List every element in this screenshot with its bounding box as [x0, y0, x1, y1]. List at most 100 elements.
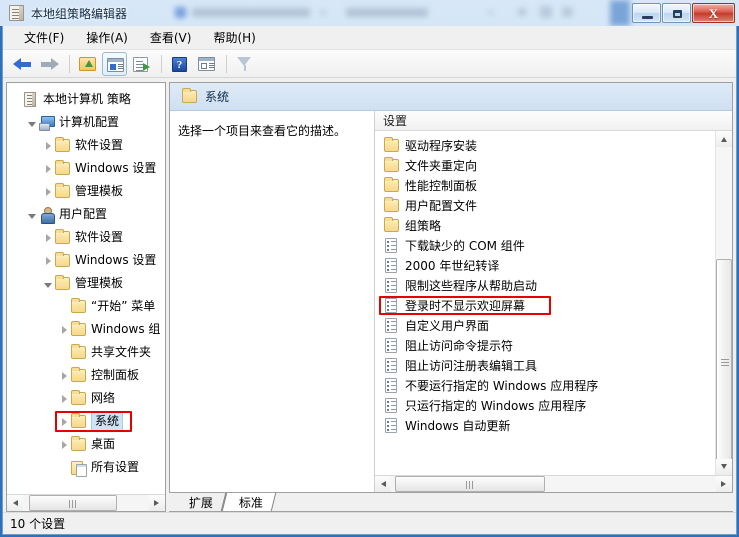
tree-item-windows-settings-user[interactable]: Windows 设置: [7, 249, 165, 272]
minimize-button[interactable]: [632, 3, 661, 23]
tree-item-software-settings-computer[interactable]: 软件设置: [7, 134, 165, 157]
list-vscroll-thumb[interactable]: [716, 259, 732, 466]
toolbar-separator-1: [69, 54, 70, 73]
list-item-driver-installation[interactable]: 驱动程序安装: [375, 135, 715, 155]
chevron-right-icon[interactable]: [42, 180, 54, 203]
maximize-button[interactable]: [662, 3, 691, 23]
column-header-setting[interactable]: 设置: [375, 111, 732, 131]
tree-item-desktop[interactable]: 桌面: [7, 433, 165, 456]
filter-button[interactable]: [232, 52, 257, 76]
tree-item-admin-templates-computer[interactable]: 管理模板: [7, 180, 165, 203]
tree-item-computer-configuration[interactable]: 计算机配置: [7, 111, 165, 134]
export-list-button[interactable]: [129, 52, 154, 76]
list-scroll-up-button[interactable]: [716, 131, 732, 147]
tree-item-admin-templates-user[interactable]: 管理模板: [7, 272, 165, 295]
chevron-right-icon[interactable]: [58, 387, 70, 410]
list-item-dont-display-welcome-screen[interactable]: 登录时不显示欢迎屏幕: [375, 295, 715, 315]
chevron-right-icon[interactable]: [58, 364, 70, 387]
list-hscroll-thumb[interactable]: [395, 476, 545, 492]
list-item-performance-control-panel[interactable]: 性能控制面板: [375, 175, 715, 195]
up-one-level-button[interactable]: [75, 52, 100, 76]
list-scroll-right-button[interactable]: [716, 476, 732, 492]
back-button[interactable]: [10, 52, 35, 76]
menu-file[interactable]: 文件(F): [13, 26, 75, 49]
folder-icon: [54, 183, 71, 199]
window-controls: X: [631, 3, 735, 23]
list-item-custom-user-interface[interactable]: 自定义用户界面: [375, 315, 715, 335]
chevron-right-icon[interactable]: [42, 226, 54, 249]
list-item-label: 2000 年世纪转译: [405, 258, 500, 273]
tree-item-start-menu[interactable]: “开始” 菜单: [7, 295, 165, 318]
show-detail-pane-button[interactable]: [194, 52, 219, 76]
list-item-folder-redirection[interactable]: 文件夹重定向: [375, 155, 715, 175]
tree-item-windows-settings-computer[interactable]: Windows 设置: [7, 157, 165, 180]
chevron-down-icon[interactable]: [26, 203, 38, 226]
list-item-restrict-programs-from-help[interactable]: 限制这些程序从帮助启动: [375, 275, 715, 295]
menu-help[interactable]: 帮助(H): [202, 26, 266, 49]
list-item-download-missing-com-components[interactable]: 下载缺少的 COM 组件: [375, 235, 715, 255]
settings-list[interactable]: 驱动程序安装 文件夹重定向性能控制面板用户配置文件 组策略 下载缺少的 COM 组件 2…: [375, 131, 715, 475]
list-scroll-down-button[interactable]: [716, 459, 732, 475]
title-bar[interactable]: 本地组策略编辑器 X: [0, 0, 739, 26]
user-icon: [38, 207, 55, 224]
list-item-run-only-specified-windows-apps[interactable]: 只运行指定的 Windows 应用程序: [375, 395, 715, 415]
folder-icon: [54, 137, 71, 153]
tree-item-software-settings-user[interactable]: 软件设置: [7, 226, 165, 249]
list-item-group-policy[interactable]: 组策略: [375, 215, 715, 235]
folder-icon: [70, 390, 87, 406]
tree-item-label: 软件设置: [75, 138, 124, 152]
menu-view[interactable]: 查看(V): [139, 26, 203, 49]
tree-view[interactable]: 本地计算机 策略 计算机配置 软件设置 Windows 设置 管理模板 用户配置 软件设置 W…: [7, 83, 165, 494]
chevron-down-icon[interactable]: [42, 272, 54, 295]
list-item-label: 自定义用户界面: [405, 318, 490, 333]
chevron-right-icon[interactable]: [58, 410, 70, 433]
tree-item-all-settings[interactable]: 所有设置: [7, 456, 165, 479]
tree-item-user-configuration[interactable]: 用户配置: [7, 203, 165, 226]
list-item-label: 性能控制面板: [405, 178, 478, 193]
list-scroll-area: 驱动程序安装 文件夹重定向性能控制面板用户配置文件 组策略 下载缺少的 COM 组件 2…: [375, 131, 732, 475]
tab-standard-label: 标准: [239, 495, 264, 510]
scroll-grip-icon: [69, 500, 77, 508]
tab-standard[interactable]: 标准: [221, 493, 277, 511]
list-horizontal-scrollbar[interactable]: [375, 475, 732, 492]
tree-item-system[interactable]: 系统: [7, 410, 165, 433]
description-text: 选择一个项目来查看它的描述。: [178, 124, 347, 138]
tree-item-windows-components[interactable]: Windows 组: [7, 318, 165, 341]
chevron-right-icon[interactable]: [42, 134, 54, 157]
policy-icon: [383, 397, 400, 413]
list-item-century-interpretation[interactable]: 2000 年世纪转译: [375, 255, 715, 275]
tab-extended[interactable]: 扩展: [172, 493, 227, 511]
chevron-right-icon[interactable]: [58, 318, 70, 341]
chevron-right-icon[interactable]: [42, 249, 54, 272]
forward-button[interactable]: [37, 52, 62, 76]
list-scroll-left-button[interactable]: [375, 476, 391, 492]
menu-action[interactable]: 操作(A): [75, 26, 139, 49]
toolbar: ?: [3, 50, 736, 78]
tree-scroll-thumb[interactable]: [29, 495, 117, 511]
list-vscroll-track[interactable]: [716, 147, 732, 466]
chevron-right-icon[interactable]: [58, 433, 70, 456]
tree-scroll-track[interactable]: [23, 495, 149, 511]
back-arrow-icon: [13, 57, 32, 71]
list-item-prevent-access-registry-tools[interactable]: 阻止访问注册表编辑工具: [375, 355, 715, 375]
chevron-down-icon[interactable]: [26, 111, 38, 134]
tree-item-network[interactable]: 网络: [7, 387, 165, 410]
show-hide-tree-button[interactable]: [102, 51, 127, 76]
chevron-right-icon[interactable]: [42, 157, 54, 180]
tree-scroll-left-button[interactable]: [7, 495, 23, 511]
list-item-label: 限制这些程序从帮助启动: [405, 278, 538, 293]
close-button[interactable]: X: [692, 3, 735, 23]
tree-item-local-computer-policy[interactable]: 本地计算机 策略: [7, 88, 165, 111]
list-item-windows-automatic-updates[interactable]: Windows 自动更新: [375, 415, 715, 435]
list-item-user-profiles[interactable]: 用户配置文件: [375, 195, 715, 215]
tree-item-control-panel[interactable]: 控制面板: [7, 364, 165, 387]
list-item-prevent-access-command-prompt[interactable]: 阻止访问命令提示符: [375, 335, 715, 355]
help-button[interactable]: ?: [167, 52, 192, 76]
list-hscroll-track[interactable]: [391, 476, 716, 492]
tree-horizontal-scrollbar[interactable]: [7, 494, 165, 511]
list-vertical-scrollbar[interactable]: [715, 131, 732, 475]
list-item-dont-run-specified-windows-apps[interactable]: 不要运行指定的 Windows 应用程序: [375, 375, 715, 395]
tree-item-shared-folders[interactable]: 共享文件夹: [7, 341, 165, 364]
tree-scroll-right-button[interactable]: [149, 495, 165, 511]
tree-glyph-none: [10, 88, 22, 111]
